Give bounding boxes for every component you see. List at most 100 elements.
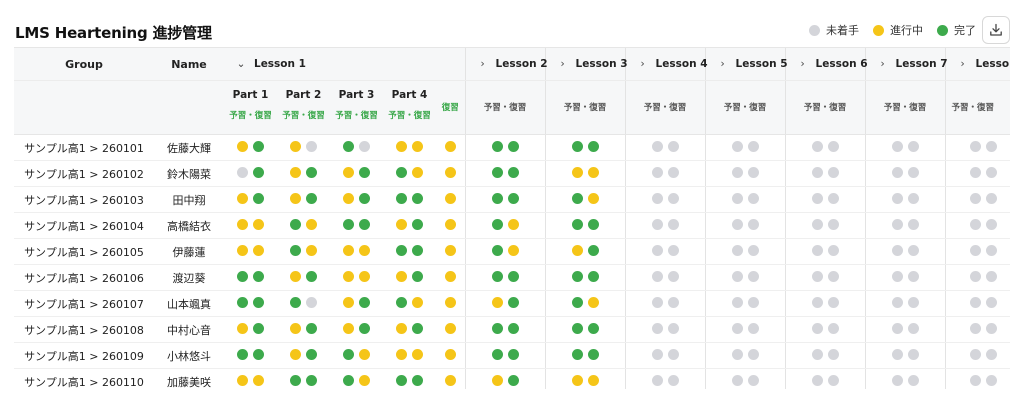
status-cell[interactable] <box>383 316 436 343</box>
status-cell[interactable] <box>464 368 546 389</box>
status-cell[interactable] <box>704 342 786 369</box>
status-cell[interactable] <box>544 238 626 265</box>
chevron-right-icon[interactable]: › <box>716 58 730 70</box>
status-cell[interactable] <box>330 186 383 213</box>
status-cell[interactable] <box>224 264 277 291</box>
status-cell[interactable] <box>704 134 786 161</box>
status-cell[interactable] <box>224 316 277 343</box>
status-cell[interactable] <box>944 134 1010 161</box>
status-cell[interactable] <box>464 316 546 343</box>
chevron-right-icon[interactable]: › <box>636 58 650 70</box>
status-cell[interactable] <box>544 342 626 369</box>
status-cell[interactable] <box>277 368 330 389</box>
status-cell[interactable] <box>277 186 330 213</box>
status-cell[interactable] <box>864 342 946 369</box>
lesson-header-collapsed[interactable]: › Lesson 3 <box>544 47 628 81</box>
status-cell[interactable] <box>784 264 866 291</box>
status-cell[interactable] <box>704 186 786 213</box>
status-cell[interactable] <box>704 264 786 291</box>
status-cell[interactable] <box>383 290 436 317</box>
status-cell[interactable] <box>624 186 706 213</box>
status-cell[interactable] <box>944 212 1010 239</box>
table-row[interactable]: サンプル高1 > 260108 中村心音 <box>14 316 1010 343</box>
status-cell[interactable] <box>864 186 946 213</box>
status-cell[interactable] <box>224 368 277 389</box>
status-cell[interactable] <box>624 316 706 343</box>
status-cell[interactable] <box>383 160 436 187</box>
status-cell[interactable] <box>944 316 1010 343</box>
status-cell[interactable] <box>704 238 786 265</box>
status-cell[interactable] <box>224 160 277 187</box>
status-cell[interactable] <box>277 264 330 291</box>
status-cell[interactable] <box>704 212 786 239</box>
status-cell[interactable] <box>544 368 626 389</box>
status-cell[interactable] <box>330 316 383 343</box>
lesson-header-collapsed[interactable]: › Lesson 4 <box>624 47 708 81</box>
status-cell[interactable] <box>544 134 626 161</box>
status-cell[interactable] <box>704 368 786 389</box>
status-cell[interactable] <box>624 368 706 389</box>
status-cell[interactable] <box>864 290 946 317</box>
status-cell[interactable] <box>784 342 866 369</box>
status-cell[interactable] <box>784 238 866 265</box>
status-cell[interactable] <box>436 238 466 265</box>
status-cell[interactable] <box>944 368 1010 389</box>
status-cell[interactable] <box>464 134 546 161</box>
status-cell[interactable] <box>436 212 466 239</box>
table-row[interactable]: サンプル高1 > 260104 高橋結衣 <box>14 212 1010 239</box>
status-cell[interactable] <box>277 160 330 187</box>
status-cell[interactable] <box>784 134 866 161</box>
status-cell[interactable] <box>330 368 383 389</box>
status-cell[interactable] <box>624 238 706 265</box>
status-cell[interactable] <box>864 264 946 291</box>
status-cell[interactable] <box>784 316 866 343</box>
status-cell[interactable] <box>784 212 866 239</box>
status-cell[interactable] <box>224 238 277 265</box>
status-cell[interactable] <box>383 212 436 239</box>
status-cell[interactable] <box>544 186 626 213</box>
status-cell[interactable] <box>704 290 786 317</box>
lesson-header-expanded[interactable]: ⌄ Lesson 1 <box>224 47 466 81</box>
status-cell[interactable] <box>464 186 546 213</box>
status-cell[interactable] <box>383 134 436 161</box>
status-cell[interactable] <box>224 134 277 161</box>
status-cell[interactable] <box>277 316 330 343</box>
status-cell[interactable] <box>944 264 1010 291</box>
status-cell[interactable] <box>864 238 946 265</box>
status-cell[interactable] <box>624 264 706 291</box>
status-cell[interactable] <box>330 134 383 161</box>
status-cell[interactable] <box>784 290 866 317</box>
status-cell[interactable] <box>784 368 866 389</box>
status-cell[interactable] <box>436 290 466 317</box>
chevron-right-icon[interactable]: › <box>476 58 490 70</box>
status-cell[interactable] <box>624 160 706 187</box>
status-cell[interactable] <box>624 290 706 317</box>
status-cell[interactable] <box>944 238 1010 265</box>
status-cell[interactable] <box>864 316 946 343</box>
status-cell[interactable] <box>436 186 466 213</box>
status-cell[interactable] <box>544 264 626 291</box>
status-cell[interactable] <box>464 290 546 317</box>
status-cell[interactable] <box>224 212 277 239</box>
status-cell[interactable] <box>704 160 786 187</box>
status-cell[interactable] <box>330 238 383 265</box>
status-cell[interactable] <box>784 186 866 213</box>
status-cell[interactable] <box>464 212 546 239</box>
status-cell[interactable] <box>864 368 946 389</box>
table-row[interactable]: サンプル高1 > 260105 伊藤蓮 <box>14 238 1010 265</box>
status-cell[interactable] <box>383 264 436 291</box>
status-cell[interactable] <box>864 160 946 187</box>
status-cell[interactable] <box>224 342 277 369</box>
status-cell[interactable] <box>624 212 706 239</box>
status-cell[interactable] <box>624 342 706 369</box>
status-cell[interactable] <box>436 134 466 161</box>
status-cell[interactable] <box>277 134 330 161</box>
status-cell[interactable] <box>464 160 546 187</box>
status-cell[interactable] <box>277 342 330 369</box>
status-cell[interactable] <box>436 368 466 389</box>
status-cell[interactable] <box>436 264 466 291</box>
status-cell[interactable] <box>277 238 330 265</box>
table-row[interactable]: サンプル高1 > 260106 渡辺葵 <box>14 264 1010 291</box>
chevron-right-icon[interactable]: › <box>556 58 570 70</box>
status-cell[interactable] <box>330 160 383 187</box>
